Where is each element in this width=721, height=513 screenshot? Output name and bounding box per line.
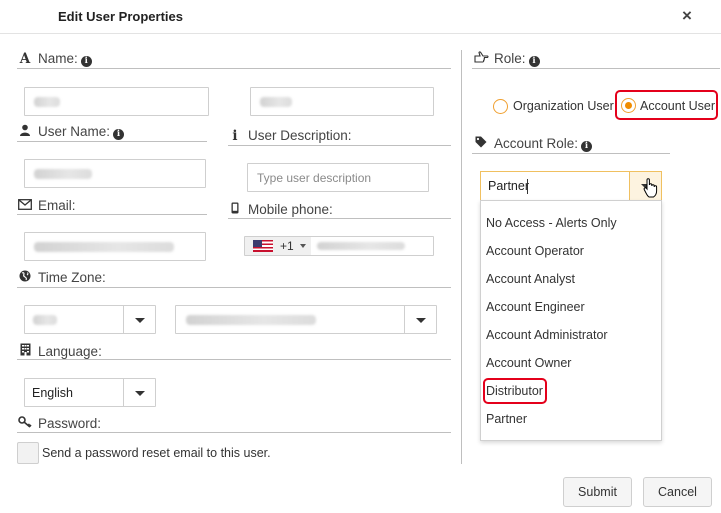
language-section-label: Language: xyxy=(18,343,102,359)
user-name-divider xyxy=(17,141,207,142)
info-icon: i xyxy=(528,56,540,67)
globe-icon xyxy=(18,270,32,285)
region-value-redacted xyxy=(33,315,57,325)
user-description-divider xyxy=(228,145,451,146)
dialog-title: Edit User Properties xyxy=(58,9,183,24)
user-name-label: User Name: xyxy=(38,124,111,139)
role-label: Role: xyxy=(494,51,526,66)
building-icon xyxy=(18,343,32,359)
us-flag-icon xyxy=(253,240,273,252)
account-role-value: Partner xyxy=(488,179,529,193)
hand-cursor-icon xyxy=(643,178,659,201)
column-separator xyxy=(461,50,462,464)
time-zone-region-select[interactable] xyxy=(24,305,156,334)
account-role-divider xyxy=(472,153,670,154)
user-icon xyxy=(18,124,32,139)
email-input[interactable] xyxy=(24,232,206,261)
phone-value-redacted xyxy=(317,242,405,250)
country-code-selector[interactable]: +1 xyxy=(245,237,311,255)
info-icon: i xyxy=(581,141,593,152)
text-cursor xyxy=(527,179,528,194)
mobile-phone-input[interactable]: +1 xyxy=(244,236,434,256)
time-zone-dropdown-button[interactable] xyxy=(404,306,436,333)
user-description-placeholder: Type user description xyxy=(257,171,372,185)
account-role-label: Account Role: xyxy=(494,136,579,151)
mobile-icon xyxy=(228,202,242,217)
time-zone-section-label: Time Zone: xyxy=(18,270,106,285)
email-section-label: Email: xyxy=(18,198,76,213)
close-icon[interactable]: × xyxy=(682,6,692,26)
language-label: Language: xyxy=(38,344,102,359)
name-section-label: A Name: i xyxy=(18,51,92,67)
role-divider xyxy=(472,68,720,69)
country-code: +1 xyxy=(280,239,294,253)
name-divider xyxy=(17,68,451,69)
language-value: English xyxy=(32,386,73,400)
user-description-label: User Description: xyxy=(248,128,352,143)
password-divider xyxy=(17,432,451,433)
first-name-input[interactable] xyxy=(24,87,209,116)
user-name-section-label: User Name: i xyxy=(18,124,125,140)
user-name-input[interactable] xyxy=(24,159,206,188)
dropdown-option-account-administrator[interactable]: Account Administrator xyxy=(486,328,608,342)
dropdown-option-account-engineer[interactable]: Account Engineer xyxy=(486,300,585,314)
time-zone-value-redacted xyxy=(186,315,316,325)
cancel-button[interactable]: Cancel xyxy=(643,477,712,507)
chevron-down-icon xyxy=(300,244,306,248)
envelope-icon xyxy=(18,198,32,213)
submit-button[interactable]: Submit xyxy=(563,477,632,507)
time-zone-select[interactable] xyxy=(175,305,437,334)
caret-down-icon xyxy=(134,317,145,323)
dropdown-option-partner[interactable]: Partner xyxy=(486,412,527,426)
info-icon: i xyxy=(80,56,92,67)
language-select[interactable]: English xyxy=(24,378,156,407)
time-zone-label: Time Zone: xyxy=(38,270,106,285)
password-section-label: Password: xyxy=(18,416,101,431)
password-label: Password: xyxy=(38,416,102,431)
font-letter-icon: A xyxy=(19,51,31,67)
time-zone-divider xyxy=(17,287,451,288)
last-name-value-redacted xyxy=(260,97,292,107)
role-section-label: Role: i xyxy=(474,51,540,67)
organization-user-label: Organization User xyxy=(513,99,614,113)
user-description-input[interactable]: Type user description xyxy=(247,163,429,192)
region-dropdown-button[interactable] xyxy=(123,306,155,333)
last-name-input[interactable] xyxy=(250,87,434,116)
email-divider xyxy=(17,214,207,215)
name-label: Name: xyxy=(38,51,78,66)
account-user-label: Account User xyxy=(640,99,716,113)
hand-pointer-icon xyxy=(474,51,489,66)
distributor-highlight xyxy=(483,378,547,404)
info-icon: i xyxy=(113,129,125,140)
user-description-section-label: i User Description: xyxy=(228,128,352,144)
caret-down-icon xyxy=(415,317,426,323)
email-label: Email: xyxy=(38,198,76,213)
dropdown-option-account-owner[interactable]: Account Owner xyxy=(486,356,571,370)
key-icon xyxy=(18,416,32,431)
first-name-value-redacted xyxy=(34,97,60,107)
dialog-titlebar: Edit User Properties × xyxy=(0,0,721,34)
password-reset-label: Send a password reset email to this user… xyxy=(42,446,271,460)
info-i-icon: i xyxy=(232,128,238,144)
language-divider xyxy=(17,359,451,360)
dropdown-option-no-access[interactable]: No Access - Alerts Only xyxy=(486,216,617,230)
email-value-redacted xyxy=(34,242,174,252)
edit-user-dialog: Edit User Properties × A Name: i User Name… xyxy=(0,0,721,513)
dropdown-option-account-analyst[interactable]: Account Analyst xyxy=(486,272,575,286)
organization-user-radio[interactable] xyxy=(493,99,508,114)
account-role-dropdown-list: No Access - Alerts Only Account Operator… xyxy=(480,200,662,441)
mobile-phone-divider xyxy=(228,218,451,219)
caret-down-icon xyxy=(134,390,145,396)
account-role-section-label: Account Role: i xyxy=(474,136,593,152)
mobile-phone-label: Mobile phone: xyxy=(248,202,333,217)
account-role-combobox[interactable]: Partner xyxy=(480,171,662,201)
password-reset-checkbox[interactable] xyxy=(17,442,39,464)
dropdown-option-account-operator[interactable]: Account Operator xyxy=(486,244,584,258)
user-name-value-redacted xyxy=(34,169,92,179)
account-user-radio[interactable] xyxy=(621,98,636,113)
language-dropdown-button[interactable] xyxy=(123,379,155,406)
tag-icon xyxy=(474,136,488,151)
mobile-phone-section-label: Mobile phone: xyxy=(228,202,333,217)
